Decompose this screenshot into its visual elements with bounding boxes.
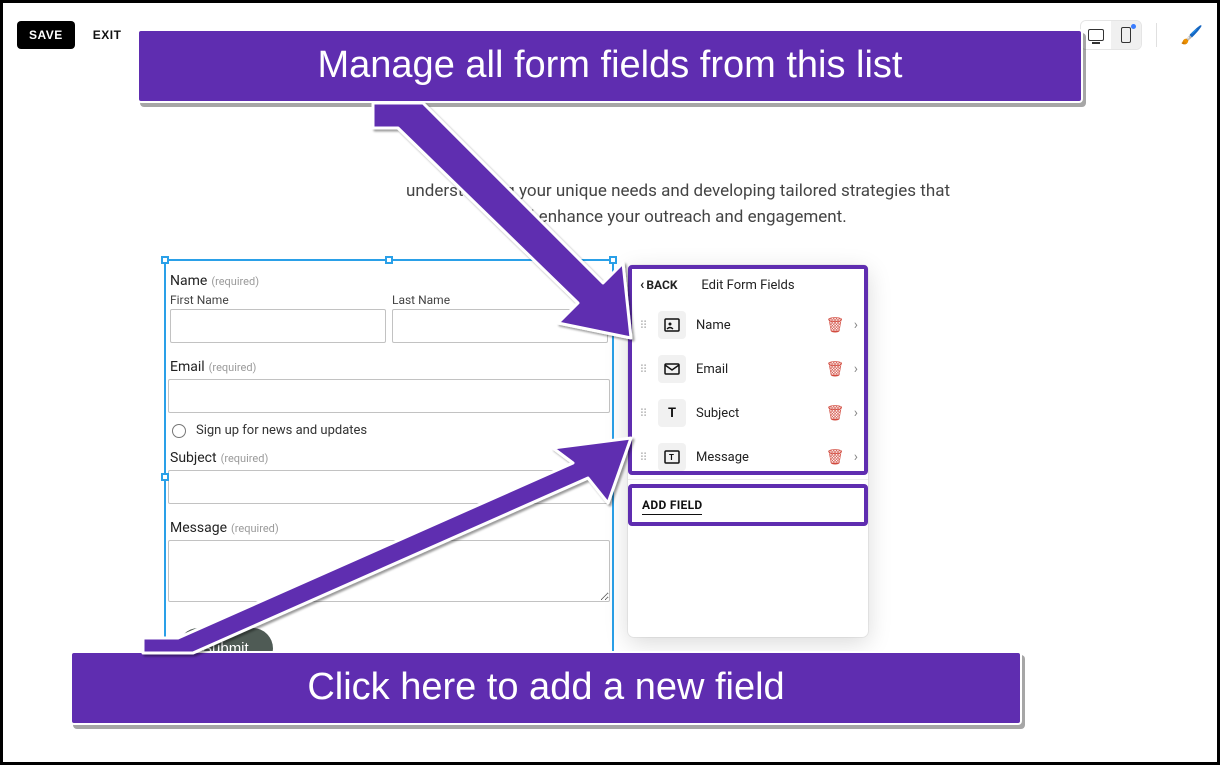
- signup-option[interactable]: Sign up for news and updates: [166, 421, 612, 440]
- selection-handle[interactable]: [161, 473, 169, 481]
- first-name-input[interactable]: [170, 309, 386, 343]
- styles-brush-icon[interactable]: 🖌️: [1181, 25, 1203, 46]
- field-row-label: Email: [696, 362, 816, 377]
- signup-label: Sign up for news and updates: [196, 423, 367, 438]
- delete-field-icon[interactable]: 🗑: [826, 448, 844, 466]
- drag-handle-icon[interactable]: ⠿: [638, 323, 648, 328]
- mobile-preview-button[interactable]: [1111, 21, 1141, 49]
- drag-handle-icon[interactable]: ⠿: [638, 411, 648, 416]
- add-field-button[interactable]: ADD FIELD: [642, 498, 702, 515]
- toolbar-right: 🖌️: [1080, 20, 1203, 50]
- drag-handle-icon[interactable]: ⠿: [638, 367, 648, 372]
- form-block-selected[interactable]: Name(required) First Name Last Name Em: [164, 259, 614, 695]
- save-button[interactable]: SAVE: [17, 21, 75, 49]
- field-row-email[interactable]: ⠿ Email 🗑 ›: [638, 347, 858, 391]
- first-name-sublabel: First Name: [170, 293, 386, 307]
- field-row-subject[interactable]: ⠿ T Subject 🗑 ›: [638, 391, 858, 435]
- annotation-callout-top: Manage all form fields from this list: [137, 29, 1083, 103]
- text-field-type-icon: T: [658, 399, 686, 427]
- page-body-text: understanding your unique needs and deve…: [398, 178, 958, 231]
- desktop-icon: [1088, 29, 1104, 41]
- notification-dot: [1131, 24, 1136, 29]
- delete-field-icon[interactable]: 🗑: [826, 404, 844, 422]
- chevron-right-icon: ›: [854, 449, 858, 465]
- email-input[interactable]: [168, 379, 610, 413]
- delete-field-icon[interactable]: 🗑: [826, 316, 844, 334]
- selection-handle[interactable]: [609, 256, 617, 264]
- chevron-left-icon: ‹: [640, 277, 644, 293]
- selection-handle[interactable]: [385, 256, 393, 264]
- field-row-label: Subject: [696, 406, 816, 421]
- last-name-sublabel: Last Name: [392, 293, 608, 307]
- chevron-right-icon: ›: [854, 405, 858, 421]
- separator: [1156, 23, 1157, 47]
- field-row-name[interactable]: ⠿ Name 🗑 ›: [638, 303, 858, 347]
- radio-icon: [172, 424, 186, 438]
- field-row-label: Message: [696, 450, 816, 465]
- chevron-right-icon: ›: [854, 361, 858, 377]
- annotation-callout-bottom: Click here to add a new field: [70, 651, 1022, 725]
- form-field-list: ⠿ Name 🗑 › ⠿ Email 🗑 ›: [628, 303, 868, 479]
- email-field-type-icon: [658, 355, 686, 383]
- message-textarea[interactable]: [168, 540, 610, 602]
- name-field-label: Name(required): [168, 271, 610, 293]
- chevron-right-icon: ›: [854, 317, 858, 333]
- edit-form-fields-panel: ‹ BACK Edit Form Fields ⠿ Name 🗑 › ⠿: [628, 265, 868, 637]
- delete-field-icon[interactable]: 🗑: [826, 360, 844, 378]
- mobile-icon: [1121, 27, 1131, 43]
- selection-handle[interactable]: [609, 473, 617, 481]
- field-row-message[interactable]: ⠿ T Message 🗑 ›: [638, 435, 858, 479]
- app-frame: SAVE EXIT ↶ 🖌️ understanding your unique…: [3, 3, 1217, 762]
- email-field-label: Email(required): [168, 357, 610, 379]
- desktop-preview-button[interactable]: [1081, 21, 1111, 49]
- name-field-type-icon: [658, 311, 686, 339]
- textarea-field-type-icon: T: [658, 443, 686, 471]
- subject-field-label: Subject(required): [168, 448, 610, 470]
- field-row-label: Name: [696, 318, 816, 333]
- last-name-input[interactable]: [392, 309, 608, 343]
- exit-button[interactable]: EXIT: [85, 21, 130, 49]
- device-preview-group: [1080, 20, 1142, 50]
- subject-input[interactable]: [168, 470, 610, 504]
- drag-handle-icon[interactable]: ⠿: [638, 455, 648, 460]
- back-button[interactable]: ‹ BACK: [640, 277, 677, 293]
- selection-handle[interactable]: [161, 256, 169, 264]
- message-field-label: Message(required): [168, 518, 610, 540]
- svg-text:T: T: [669, 453, 674, 462]
